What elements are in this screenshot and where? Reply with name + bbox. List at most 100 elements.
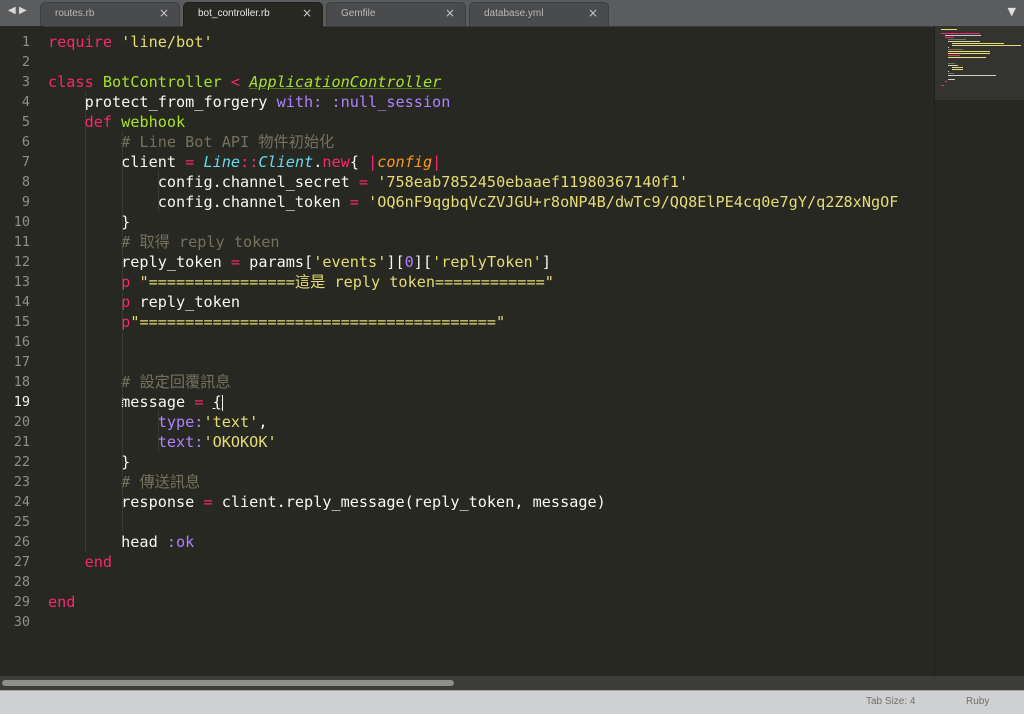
code-line: text:'OKOKOK' [157, 433, 277, 451]
minimap-line [948, 79, 956, 80]
minimap-line [951, 67, 963, 68]
close-icon[interactable]: × [445, 6, 455, 20]
minimap-line [948, 71, 950, 72]
line-number: 30 [13, 614, 30, 630]
minimap-line [948, 75, 996, 76]
tab-list-dropdown-icon[interactable]: ▼ [1008, 5, 1016, 18]
code-line: # 傳送訊息 [121, 473, 201, 491]
minimap-line [948, 53, 990, 54]
code-line: # 設定回覆訊息 [121, 373, 231, 391]
tab-bar: ◀ ▶ routes.rb × bot_controller.rb × Gemf… [0, 0, 1024, 27]
code-line: # Line Bot API 物件初始化 [121, 133, 335, 151]
code-line: } [48, 213, 131, 231]
line-number: 28 [13, 574, 30, 590]
code-line: # 取得 reply token [121, 233, 280, 251]
code-line: class BotController < ApplicationControl… [48, 73, 442, 91]
tab-scroll-left-icon[interactable]: ◀ [8, 5, 16, 16]
line-number: 2 [21, 54, 30, 70]
line-number: 27 [13, 554, 30, 570]
code-line: client = Line::Client.new{ |config| [48, 153, 442, 171]
minimap[interactable] [934, 26, 1024, 676]
code-editor[interactable]: require 'line/bot' class BotController < … [44, 26, 934, 676]
indent-guide [84, 92, 86, 552]
code-line: reply_token = params['events'][0]['reply… [48, 253, 551, 271]
tab-label: routes.rb [55, 8, 95, 19]
line-number: 15 [13, 314, 30, 330]
code-line: head :ok [48, 533, 195, 551]
minimap-line [948, 65, 959, 66]
line-number: 9 [21, 194, 30, 210]
code-line: } [48, 453, 131, 471]
text-cursor [221, 394, 223, 411]
line-number: 26 [13, 534, 30, 550]
tab-size-indicator[interactable]: Tab Size: 4 [866, 696, 915, 707]
line-number: 19 [13, 394, 30, 410]
code-line: response = client.reply_message(reply_to… [48, 493, 606, 511]
line-number: 13 [13, 274, 30, 290]
indent-guide [121, 132, 123, 532]
close-icon[interactable]: × [159, 6, 169, 20]
scrollbar-thumb[interactable] [2, 680, 454, 686]
minimap-line [951, 45, 1021, 46]
minimap-line [941, 29, 958, 30]
line-number: 10 [13, 214, 30, 230]
code-line: protect_from_forgery with: :null_session [48, 93, 451, 111]
minimap-line [944, 81, 948, 82]
tab-label: Gemfile [341, 8, 376, 19]
code-line: config.channel_token = 'OQ6nF9qgbqVcZVJG… [48, 193, 899, 211]
horizontal-scrollbar[interactable] [0, 676, 1024, 690]
minimap-line [948, 63, 956, 64]
line-number: 3 [21, 74, 30, 90]
line-number: 16 [13, 334, 30, 350]
line-number: 7 [21, 154, 30, 170]
line-number: 24 [13, 494, 30, 510]
close-icon[interactable]: × [588, 6, 598, 20]
line-number: 14 [13, 294, 30, 310]
line-number: 1 [21, 34, 30, 50]
line-number: 4 [21, 94, 30, 110]
minimap-line [948, 51, 991, 52]
minimap-line [948, 49, 963, 50]
indent-guide [158, 172, 160, 212]
close-icon[interactable]: × [302, 6, 312, 20]
minimap-line [944, 37, 955, 38]
line-number: 18 [13, 374, 30, 390]
minimap-line [951, 69, 964, 70]
line-number-gutter[interactable]: 1 2 3 4 5 6 7 8 9 10 11 12 13 14 15 16 17 18 19 20 21 22 23 24 2… [0, 26, 44, 676]
code-line: end [84, 553, 113, 571]
minimap-line [941, 85, 944, 86]
tab-routes-rb[interactable]: routes.rb × [40, 2, 180, 26]
line-number: 5 [21, 114, 30, 130]
tab-scroll-right-icon[interactable]: ▶ [19, 5, 27, 16]
tab-label: database.yml [484, 8, 544, 19]
code-line: message = { [48, 393, 223, 411]
minimap-line [948, 57, 986, 58]
code-line: p"======================================… [121, 313, 506, 331]
status-bar: Tab Size: 4 Ruby [0, 690, 1024, 714]
code-line: config.channel_secret = '758eab7852450eb… [48, 173, 689, 191]
code-line: require 'line/bot' [48, 33, 213, 51]
syntax-indicator[interactable]: Ruby [966, 696, 989, 707]
tab-database-yml[interactable]: database.yml × [469, 2, 609, 26]
line-number: 17 [13, 354, 30, 370]
tab-bot-controller-rb[interactable]: bot_controller.rb × [183, 2, 323, 27]
code-line: p "================這是 reply token=======… [121, 273, 554, 291]
minimap-line [948, 73, 954, 74]
minimap-line [948, 41, 980, 42]
minimap-line [948, 47, 950, 48]
line-number: 8 [21, 174, 30, 190]
line-number: 21 [13, 434, 30, 450]
line-number: 22 [13, 454, 30, 470]
tab-gemfile[interactable]: Gemfile × [326, 2, 466, 26]
line-number: 20 [13, 414, 30, 430]
line-number: 11 [13, 234, 30, 250]
indent-guide [158, 412, 160, 452]
line-number: 29 [13, 594, 30, 610]
code-line: def webhook [84, 113, 186, 131]
minimap-line [941, 33, 980, 34]
minimap-line [944, 35, 981, 36]
code-line: end [48, 593, 76, 611]
minimap-line [948, 39, 967, 40]
line-number: 25 [13, 514, 30, 530]
tab-label: bot_controller.rb [198, 8, 270, 19]
